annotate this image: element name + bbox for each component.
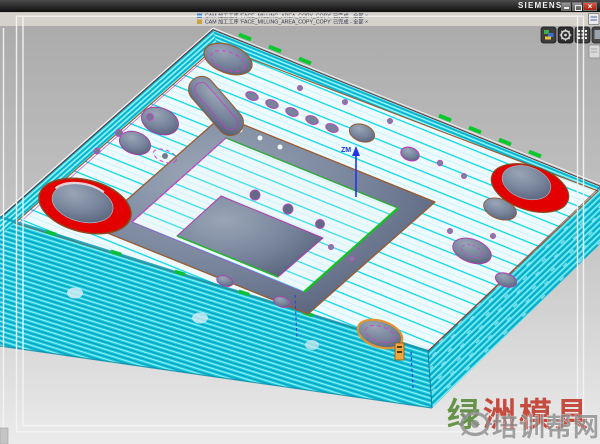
clipboard-icon[interactable] bbox=[588, 13, 600, 25]
side-hole bbox=[305, 340, 319, 350]
window-titlebar: SIEMENS × bbox=[0, 0, 600, 12]
minimize-icon bbox=[564, 7, 569, 9]
wcs-label: ZM bbox=[341, 147, 351, 154]
restore-icon bbox=[575, 4, 582, 11]
settings-gear-icon[interactable] bbox=[557, 26, 574, 44]
message-bar: CAM 加工工序 'FACE_MILLING_AREA_COPY_COPY' 已… bbox=[0, 12, 600, 26]
panel-toggle-icon[interactable] bbox=[591, 26, 600, 44]
close-button[interactable]: × bbox=[583, 1, 597, 11]
minimize-button[interactable] bbox=[561, 1, 571, 11]
restore-button[interactable] bbox=[572, 1, 582, 11]
side-hole bbox=[192, 312, 208, 324]
corner-block bbox=[0, 427, 9, 444]
side-hole bbox=[67, 287, 83, 299]
siemens-logo: SIEMENS bbox=[518, 1, 563, 10]
toast-icon2 bbox=[197, 19, 202, 24]
sheet-icon[interactable] bbox=[588, 44, 600, 59]
site-watermark-text: 培训帮网 bbox=[492, 412, 600, 442]
graphics-viewport[interactable]: CAM 加工工序 'FACE_MILLING_AREA_COPY_COPY' 已… bbox=[0, 0, 600, 444]
render-style-icon[interactable] bbox=[540, 26, 557, 44]
status-toast-line2: CAM 加工工序 'FACE_MILLING_AREA_COPY_COPY' 已… bbox=[205, 18, 368, 26]
application-window: SIEMENS × CAM 加工工序 'FACE_MILLING_AREA_CO… bbox=[0, 0, 600, 444]
